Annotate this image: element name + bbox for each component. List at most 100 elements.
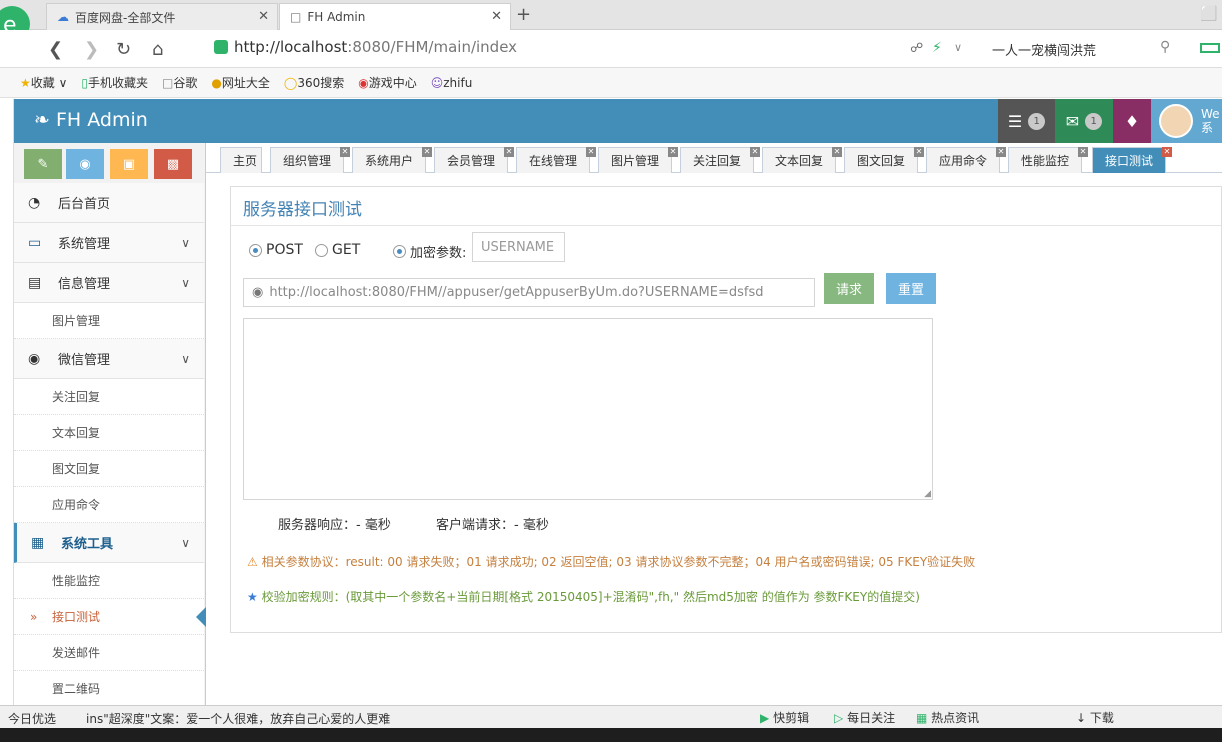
status-quick-clip[interactable]: ▶ 快剪辑 (760, 709, 809, 726)
radio-encrypt[interactable]: 加密参数: (393, 242, 466, 261)
tab-online[interactable]: 在线管理 ✕ (516, 147, 596, 173)
close-icon[interactable]: ✕ (586, 147, 596, 157)
download-icon: ↓ (1076, 711, 1087, 725)
tab-api-test[interactable]: 接口测试 ✕ (1092, 147, 1172, 173)
home-icon[interactable]: ⌂ (152, 39, 163, 60)
forward-icon[interactable]: ❯ (84, 39, 99, 60)
close-icon[interactable]: ✕ (750, 147, 760, 157)
close-icon[interactable]: ✕ (340, 147, 350, 157)
status-download[interactable]: ↓ 下载 (1076, 709, 1114, 726)
close-icon[interactable]: ✕ (996, 147, 1006, 157)
tab-news[interactable]: 图文回复 ✕ (844, 147, 924, 173)
close-icon[interactable]: ✕ (832, 147, 842, 157)
request-button[interactable]: 请求 (824, 273, 874, 304)
bell-icon: ♦ (1124, 111, 1140, 131)
tasks-button[interactable]: ☰ 1 (998, 99, 1055, 143)
submenu-text-reply[interactable]: 文本回复 (14, 415, 204, 451)
tab-follow[interactable]: 关注回复 ✕ (680, 147, 760, 173)
refresh-icon[interactable]: ↻ (116, 39, 131, 60)
close-tab-icon[interactable]: ✕ (258, 9, 269, 24)
brand[interactable]: ❧ FH Admin (34, 109, 148, 131)
bolt-icon[interactable]: ⚡ (932, 40, 942, 56)
menu-system[interactable]: ▭ 系统管理 ∨ (14, 223, 204, 263)
menu-wechat[interactable]: ◉ 微信管理 ∨ (14, 339, 204, 379)
bookmark-sites[interactable]: ●网址大全 (211, 74, 270, 91)
submenu-qrcode[interactable]: 置二维码 (14, 671, 204, 707)
menu-tools[interactable]: ▦ 系统工具 ∨ (14, 523, 204, 563)
search-icon[interactable]: ⚲ (1160, 39, 1170, 55)
chevron-down-icon[interactable]: ∨ (954, 41, 962, 54)
shortcut-book-button[interactable]: ▣ (110, 149, 148, 179)
title-divider (231, 225, 1221, 226)
smile-icon: ☺ (430, 75, 444, 90)
pencil-icon: ✎ (37, 156, 49, 172)
page-icon: □ (290, 10, 302, 24)
browser-tab-fh-admin[interactable]: □ FH Admin ✕ (279, 3, 511, 30)
share-icon[interactable]: ☍ (910, 41, 923, 56)
bookmark-games[interactable]: ◉游戏中心 (358, 74, 417, 91)
bookmark-mobile[interactable]: ▯手机收藏夹 (81, 74, 148, 91)
close-icon[interactable]: ✕ (668, 147, 678, 157)
status-today-pick[interactable]: 今日优选 (8, 710, 56, 727)
radio-post-circle[interactable] (249, 243, 262, 257)
server-response-time: 服务器响应：- 毫秒 (278, 518, 391, 533)
submenu-image-manage[interactable]: 图片管理 (14, 303, 204, 339)
menu-dashboard[interactable]: ◔ 后台首页 (14, 183, 204, 223)
radio-encrypt-circle[interactable] (393, 245, 406, 258)
shortcut-edit-button[interactable]: ✎ (24, 149, 62, 179)
star-icon: ★ (247, 590, 258, 604)
reset-button[interactable]: 重置 (886, 273, 936, 304)
radio-get-circle[interactable] (315, 243, 328, 257)
back-icon[interactable]: ❮ (48, 39, 63, 60)
tab-image[interactable]: 图片管理 ✕ (598, 147, 678, 173)
avatar (1159, 104, 1193, 138)
tab-command[interactable]: 应用命令 ✕ (926, 147, 1006, 173)
bookmark-favorites[interactable]: ★收藏 ∨ (20, 74, 67, 91)
response-textarea[interactable]: ◢ (243, 318, 933, 500)
radio-get[interactable]: GET (315, 242, 360, 258)
submenu-news-reply[interactable]: 图文回复 (14, 451, 204, 487)
window-menu-icon[interactable]: ⬜ (1200, 6, 1217, 22)
notifications-button[interactable]: ♦ (1113, 99, 1151, 143)
submenu-app-command[interactable]: 应用命令 (14, 487, 204, 523)
status-hot-news[interactable]: ▦ 热点资讯 (916, 709, 979, 726)
request-url-input[interactable]: ◉ http://localhost:8080/FHM//appuser/getA… (243, 278, 815, 307)
close-tab-icon[interactable]: ✕ (491, 9, 502, 24)
url-field[interactable]: http://localhost:8080/FHM/main/index (234, 38, 517, 56)
bookmark-google[interactable]: □谷歌 (162, 74, 197, 91)
resize-handle-icon[interactable]: ◢ (924, 489, 931, 499)
chevron-down-icon: ∨ (181, 535, 190, 550)
radio-post[interactable]: POST (249, 242, 303, 258)
menu-info[interactable]: ▤ 信息管理 ∨ (14, 263, 204, 303)
tab-perf[interactable]: 性能监控 ✕ (1008, 147, 1088, 173)
submenu-send-mail[interactable]: 发送邮件 (14, 635, 204, 671)
bookmark-zhifu[interactable]: ☺zhifu (431, 76, 473, 90)
submenu-perf-monitor[interactable]: 性能监控 (14, 563, 204, 599)
submenu-api-test[interactable]: » 接口测试 (14, 599, 206, 635)
app-header: ❧ FH Admin ☰ 1 ✉ 1 ♦ We 系 (14, 99, 1222, 143)
bookmark-360[interactable]: ◯360搜索 (284, 74, 344, 91)
close-icon[interactable]: ✕ (1078, 147, 1088, 157)
tab-sys-user[interactable]: 系统用户 ✕ (352, 147, 432, 173)
submenu-follow-reply[interactable]: 关注回复 (14, 379, 204, 415)
mail-button[interactable]: ✉ 1 (1055, 99, 1113, 143)
close-icon[interactable]: ✕ (504, 147, 514, 157)
user-menu[interactable]: We 系 (1151, 99, 1222, 143)
shortcut-view-button[interactable]: ◉ (66, 149, 104, 179)
close-icon[interactable]: ✕ (914, 147, 924, 157)
tab-org[interactable]: 组织管理 ✕ (270, 147, 350, 173)
shortcut-folder-button[interactable]: ▩ (154, 149, 192, 179)
circle-icon: ◯ (283, 76, 298, 90)
status-daily-follow[interactable]: ▷ 每日关注 (834, 709, 895, 726)
leaf-icon: ❧ (34, 109, 50, 131)
browser-tab-baidu[interactable]: ☁ 百度网盘-全部文件 ✕ (46, 3, 278, 30)
close-icon[interactable]: ✕ (1162, 147, 1172, 157)
tab-text[interactable]: 文本回复 ✕ (762, 147, 842, 173)
close-icon[interactable]: ✕ (422, 147, 432, 157)
status-news[interactable]: ins"超深度"文案：爱一个人很难，放弃自己心爱的人更难 (86, 710, 390, 727)
encrypt-param-input[interactable]: USERNAME (472, 232, 565, 262)
new-tab-button[interactable]: + (516, 4, 531, 25)
tab-home[interactable]: 主页 (220, 147, 262, 173)
tab-member[interactable]: 会员管理 ✕ (434, 147, 514, 173)
browser-search-input[interactable]: 一人一宠横闯洪荒 (992, 40, 1096, 59)
